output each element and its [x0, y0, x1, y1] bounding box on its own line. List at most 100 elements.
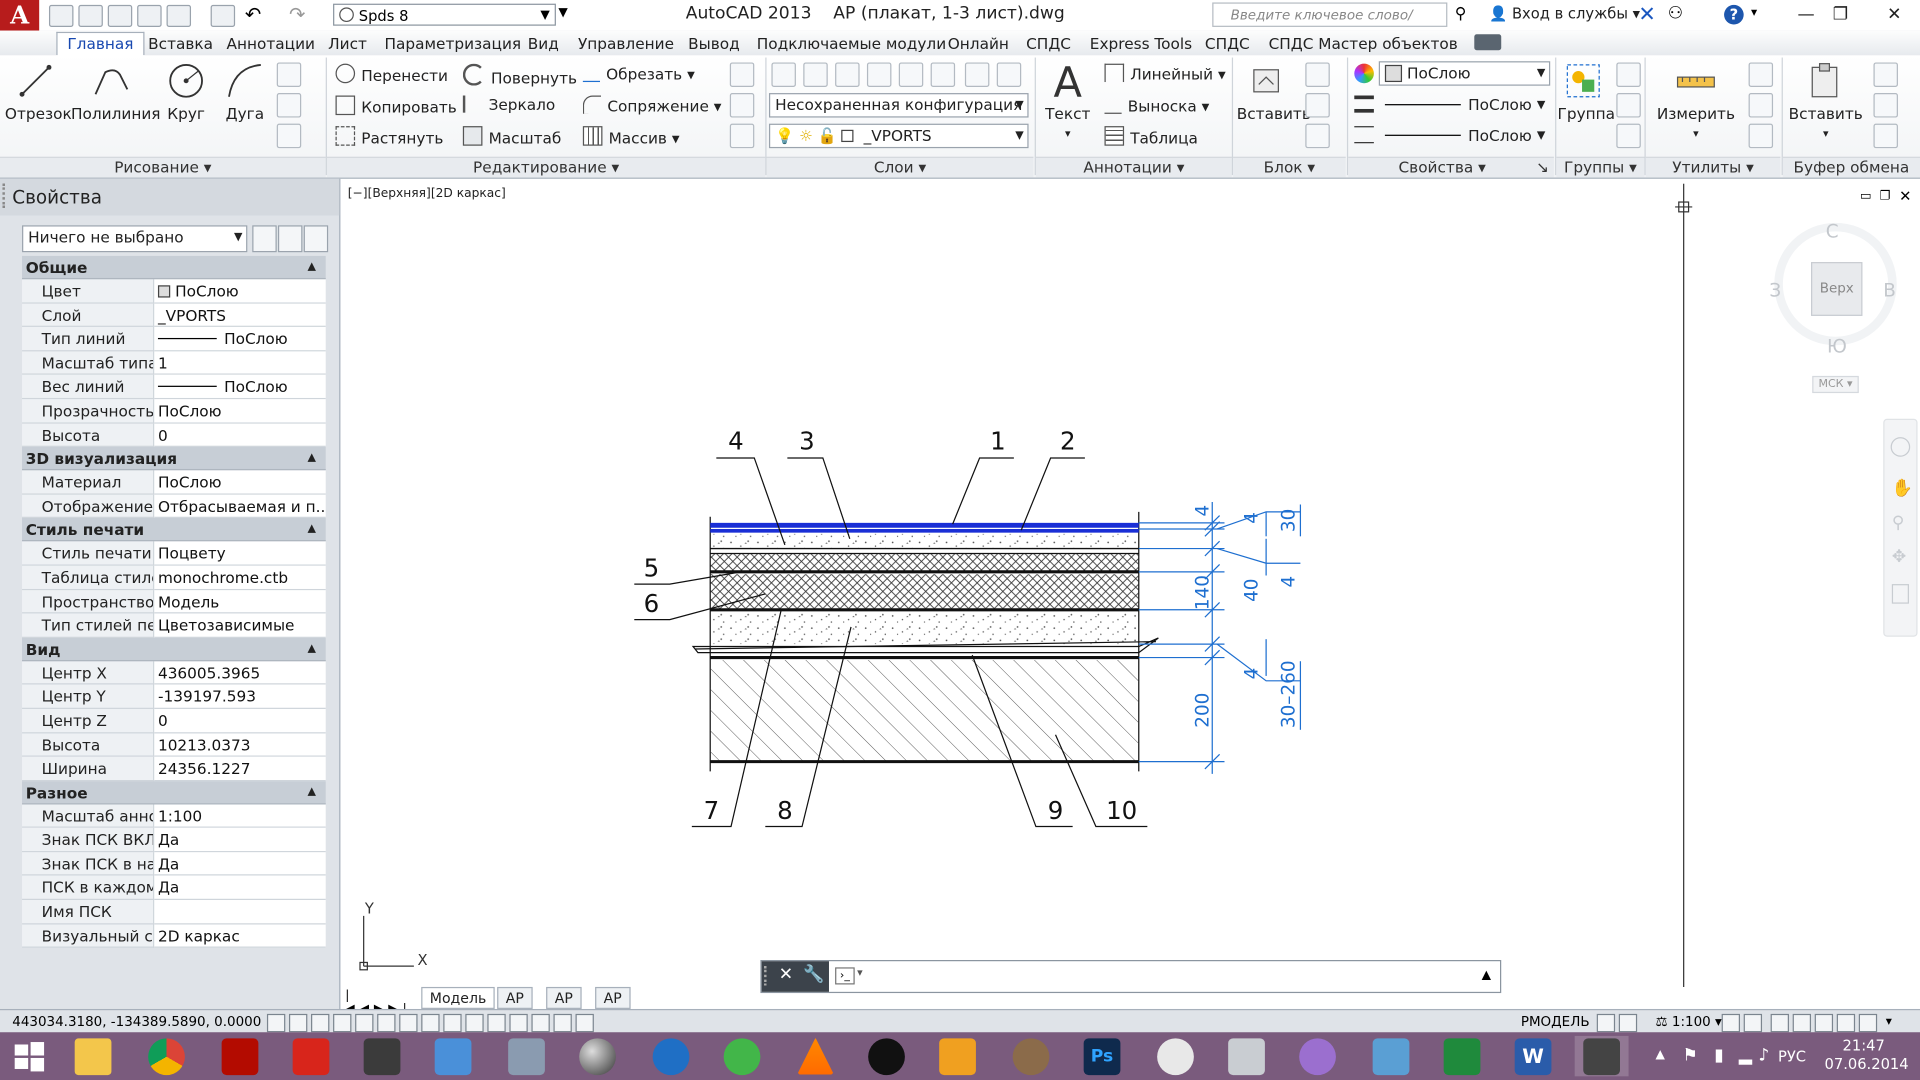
- binoculars-icon[interactable]: ⚲: [1455, 5, 1477, 25]
- section-view[interactable]: Вид ▲: [22, 637, 326, 661]
- selection-cycling-icon[interactable]: [553, 1013, 572, 1033]
- print-preview-icon[interactable]: [166, 4, 192, 27]
- table-button[interactable]: Таблица: [1104, 126, 1198, 147]
- copy-button[interactable]: Копировать: [335, 95, 457, 116]
- panel-utilities-title[interactable]: Утилиты ▾: [1645, 156, 1781, 178]
- application-menu-button[interactable]: A: [0, 0, 40, 31]
- lineweight-select[interactable]: ПоСлою ▼: [1379, 93, 1550, 117]
- autocad-old-icon[interactable]: [355, 1036, 409, 1076]
- tab-annotate[interactable]: Аннотации: [227, 33, 315, 55]
- layer-properties-icon[interactable]: [771, 62, 796, 87]
- tab-home[interactable]: Главная: [56, 31, 145, 57]
- viewcube-top-face[interactable]: Верх: [1811, 262, 1863, 316]
- qat-customize-icon[interactable]: ▼: [558, 6, 567, 19]
- property-row[interactable]: Центр Y -139197.593: [22, 684, 326, 709]
- copy-clip-icon[interactable]: [1873, 93, 1898, 118]
- tab-layout-ar3[interactable]: АР 3: [595, 986, 631, 1026]
- dynamic-input-icon[interactable]: [465, 1013, 484, 1033]
- help-dropdown-icon[interactable]: ▾: [1751, 6, 1757, 19]
- help-icon[interactable]: ?: [1724, 4, 1744, 25]
- tab-layout[interactable]: Лист: [328, 33, 367, 55]
- layer-previous-icon[interactable]: [996, 62, 1022, 87]
- property-row[interactable]: Вес линий ПоСлою: [22, 375, 326, 400]
- undo-icon[interactable]: ↶: [245, 2, 261, 25]
- property-row[interactable]: Имя ПСК: [22, 900, 326, 925]
- panel-block-title[interactable]: Блок ▾: [1233, 156, 1346, 178]
- save-as-icon[interactable]: [137, 4, 162, 27]
- pan-icon[interactable]: ✋: [1892, 479, 1913, 499]
- coordinates-readout[interactable]: 443034.3180, -134389.5890, 0.0000: [12, 1010, 261, 1033]
- hatch-icon[interactable]: [276, 93, 302, 118]
- fillet-button[interactable]: Сопряжение ▾: [582, 95, 721, 115]
- acrobat-icon[interactable]: [213, 1036, 267, 1076]
- property-row[interactable]: Цвет ПоСлою: [22, 279, 326, 304]
- section-3d-visualization[interactable]: 3D визуализация ▲: [22, 447, 326, 471]
- tab-view[interactable]: Вид: [528, 33, 559, 55]
- hardware-acceleration-icon[interactable]: [1836, 1013, 1856, 1033]
- layer-off-icon[interactable]: [898, 62, 924, 87]
- archive-icon[interactable]: [500, 1036, 554, 1076]
- tab-online[interactable]: Онлайн: [948, 33, 1009, 55]
- explorer-icon[interactable]: [66, 1036, 120, 1076]
- property-row[interactable]: Тип стилей печатиЦветозависимые: [22, 613, 326, 638]
- scanner-icon[interactable]: [1220, 1036, 1274, 1076]
- property-row[interactable]: Таблица стилей ...monochrome.ctb: [22, 565, 326, 590]
- property-row[interactable]: Слой _VPORTS: [22, 303, 326, 328]
- palette-grip[interactable]: [2, 183, 9, 209]
- ortho-mode-icon[interactable]: [333, 1013, 352, 1033]
- edit-block-icon[interactable]: [1305, 93, 1330, 118]
- viewcube-south[interactable]: Ю: [1827, 336, 1847, 358]
- showmotion-icon[interactable]: [1891, 584, 1909, 604]
- clean-screen-icon[interactable]: [1858, 1013, 1878, 1033]
- property-row[interactable]: Тип линий ПоСлою: [22, 327, 326, 352]
- leader-button[interactable]: Выноска ▾: [1104, 96, 1209, 115]
- paste-button[interactable]: Вставить ▾: [1788, 60, 1864, 141]
- language-indicator[interactable]: РУС: [1778, 1048, 1806, 1065]
- viewcube-west[interactable]: З: [1769, 279, 1781, 301]
- print-icon[interactable]: [210, 4, 236, 27]
- transparency-toggle-icon[interactable]: [509, 1013, 528, 1033]
- network-tray-icon[interactable]: ▂: [1739, 1046, 1752, 1066]
- region-icon[interactable]: [276, 123, 302, 149]
- panel-layers-title[interactable]: Слои ▾: [766, 156, 1034, 178]
- property-row[interactable]: Знак ПСК в нач. к...Да: [22, 852, 326, 877]
- arc-button[interactable]: Дуга: [218, 60, 272, 122]
- workspace-select[interactable]: Spds 8 ▼: [333, 3, 556, 26]
- tab-model[interactable]: Модель: [421, 986, 495, 1009]
- tab-spds-object-master[interactable]: СПДС Мастер объектов: [1269, 33, 1458, 55]
- tray-clock[interactable]: 21:47 07.06.2014: [1824, 1037, 1908, 1074]
- infer-constraints-icon[interactable]: [266, 1013, 286, 1033]
- status-menu-icon[interactable]: ▾: [1886, 1010, 1892, 1033]
- tab-output[interactable]: Вывод: [688, 33, 740, 55]
- rotate-button[interactable]: Повернуть: [462, 63, 577, 87]
- owl-icon[interactable]: [860, 1036, 914, 1076]
- cut-icon[interactable]: [1873, 62, 1898, 87]
- stay-connected-icon[interactable]: ⚇: [1668, 4, 1683, 24]
- property-row[interactable]: Пространство та...Модель: [22, 589, 326, 614]
- viewcube-east[interactable]: В: [1883, 279, 1896, 301]
- open-file-icon[interactable]: [78, 4, 103, 27]
- login-button[interactable]: 👤 Вход в службы ▾: [1489, 5, 1640, 22]
- acrobat-reader-icon[interactable]: [284, 1036, 338, 1076]
- annotation-scale-select[interactable]: ⚖ 1:100 ▾: [1656, 1010, 1722, 1033]
- exchange-icon[interactable]: ✕: [1638, 2, 1655, 26]
- volume-icon[interactable]: ♪: [1758, 1046, 1769, 1066]
- rectangle-icon[interactable]: [276, 62, 302, 87]
- move-button[interactable]: Перенести: [335, 63, 448, 84]
- orbit-icon[interactable]: ✥: [1892, 547, 1906, 567]
- ungroup-icon[interactable]: [1616, 62, 1641, 87]
- property-row[interactable]: Высота 0: [22, 423, 326, 448]
- isolate-objects-icon[interactable]: [1814, 1013, 1834, 1033]
- floor-section[interactable]: [691, 511, 1159, 772]
- polar-tracking-icon[interactable]: [355, 1013, 374, 1033]
- calculator-icon[interactable]: [1748, 123, 1774, 149]
- snap-mode-icon[interactable]: [288, 1013, 308, 1033]
- ribbon-minimize-icon[interactable]: [1474, 34, 1502, 51]
- section-plot-style[interactable]: Стиль печати ▲: [22, 518, 326, 542]
- stretch-button[interactable]: Растянуть: [335, 126, 443, 147]
- group-edit-icon[interactable]: [1616, 93, 1641, 118]
- tab-express-tools[interactable]: Express Tools: [1090, 33, 1192, 55]
- word-icon[interactable]: W: [1506, 1036, 1560, 1076]
- tab-plugins[interactable]: Подключаемые модули: [757, 33, 946, 55]
- new-file-icon[interactable]: [48, 4, 74, 27]
